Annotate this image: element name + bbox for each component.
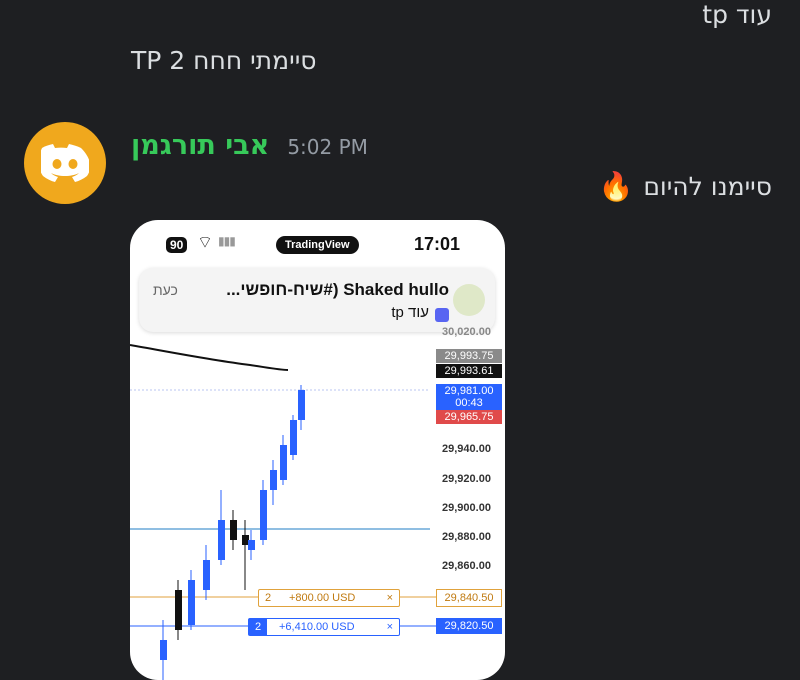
notification-title: Shaked hullo (#שיח-חופשי...	[226, 280, 449, 299]
message-text-2: סיימתי חחח TP 2	[131, 46, 317, 75]
notification-banner[interactable]: Shaked hullo (#שיח-חופשי... כעת עוד tp	[139, 268, 495, 332]
candle-body	[188, 580, 195, 625]
candle-body	[242, 535, 249, 545]
candle-body	[218, 520, 225, 560]
fire-emoji: 🔥	[598, 170, 634, 203]
candle-body	[270, 470, 277, 490]
attached-screenshot[interactable]: 90 ⌔ ▮▮▮ TradingView 17:01 Shaked hullo …	[130, 220, 505, 680]
avatar[interactable]	[24, 122, 106, 204]
order-2-amount: +6,410.00 USD	[279, 621, 355, 633]
order-1[interactable]: 2 +800.00 USD ×	[258, 589, 400, 607]
notification-avatar	[453, 284, 485, 316]
message-header: אבי תורגמן 5:02 PM	[131, 130, 368, 161]
moving-average-line	[130, 344, 289, 371]
candle-body	[290, 420, 297, 455]
discord-logo-icon	[41, 144, 89, 182]
order-1-amount: +800.00 USD	[289, 592, 356, 604]
discord-badge-icon	[435, 308, 449, 322]
axis-label-1: 29,940.00	[442, 443, 491, 455]
message-text-3: 🔥 סיימנו להיום	[598, 170, 772, 203]
price-tag-1: 29,993.75	[436, 349, 502, 363]
candle-body	[175, 590, 182, 630]
candle-body	[298, 390, 305, 420]
notification-time: כעת	[153, 282, 178, 298]
axis-label-5: 29,860.00	[442, 560, 491, 572]
author-name[interactable]: אבי תורגמן	[131, 130, 269, 161]
candle-body	[230, 520, 237, 540]
candle-body	[260, 490, 267, 540]
order-2-qty: 2	[249, 619, 268, 635]
order-1-price: 29,840.50	[436, 589, 502, 607]
candle-body	[160, 640, 167, 660]
order-2-close-icon[interactable]: ×	[387, 619, 393, 635]
order-2-price: 29,820.50	[436, 618, 502, 634]
axis-label-2: 29,920.00	[442, 473, 491, 485]
order-1-close-icon[interactable]: ×	[387, 590, 393, 606]
axis-label-3: 29,900.00	[442, 502, 491, 514]
message-text-1: עוד tp	[702, 0, 772, 29]
candle-body	[248, 540, 255, 550]
price-tag-2: 29,993.61	[436, 364, 502, 378]
candle-body	[203, 560, 210, 590]
order-1-qty: 2	[265, 592, 272, 604]
order-2[interactable]: 2 +6,410.00 USD ×	[248, 618, 400, 636]
message-text-3-label: סיימנו להיום	[643, 172, 772, 201]
notification-body: עוד tp	[391, 304, 429, 321]
price-label-partial: 30,020.00	[442, 326, 491, 338]
price-tag-timer: 00:43	[436, 396, 502, 410]
axis-label-4: 29,880.00	[442, 531, 491, 543]
price-tag-sell: 29,965.75	[436, 410, 502, 424]
candle-body	[280, 445, 287, 480]
message-timestamp[interactable]: 5:02 PM	[287, 135, 368, 159]
